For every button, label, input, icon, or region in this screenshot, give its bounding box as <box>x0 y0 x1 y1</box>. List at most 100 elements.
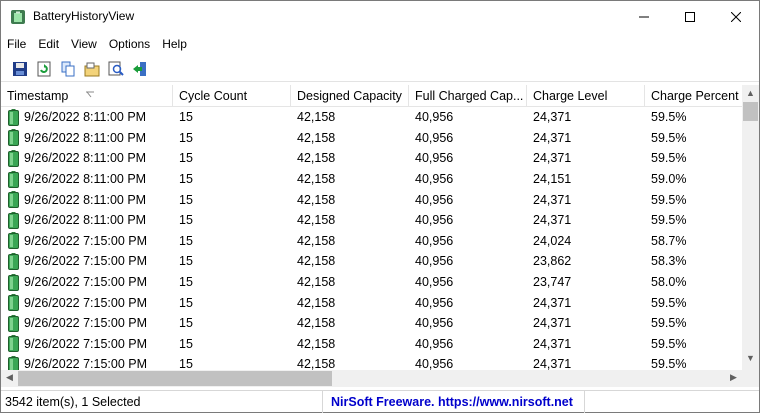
app-window: BatteryHistoryView File Edit View Option… <box>0 0 760 413</box>
title-bar[interactable]: BatteryHistoryView <box>1 1 759 33</box>
full-charged-capacity-cell: 40,956 <box>415 151 454 166</box>
column-charge-percent[interactable]: Charge Percent <box>645 85 742 107</box>
horizontal-scrollbar[interactable]: ◀ ▶ <box>1 370 742 387</box>
column-charge-level[interactable]: Charge Level <box>527 85 645 107</box>
full-charged-capacity-cell: 40,956 <box>415 192 454 207</box>
close-button[interactable] <box>713 1 759 33</box>
table-row[interactable]: 9/26/2022 8:11:00 PM 15 42,158 40,956 24,371… <box>1 107 742 128</box>
charge-level-cell: 24,371 <box>533 130 572 145</box>
menu-edit[interactable]: Edit <box>32 34 65 54</box>
table-row[interactable]: 9/26/2022 8:11:00 PM 15 42,158 40,956 24,151… <box>1 169 742 190</box>
full-charged-capacity-cell: 40,956 <box>415 316 454 331</box>
timestamp-text: 9/26/2022 8:11:00 PM <box>24 130 147 145</box>
charge-percent-cell: 58.3% <box>651 254 687 269</box>
cycle-count-cell: 15 <box>179 151 193 166</box>
menu-file[interactable]: File <box>1 34 32 54</box>
find-icon[interactable] <box>105 58 127 80</box>
cycle-count-cell: 15 <box>179 130 193 145</box>
nirsoft-link[interactable]: NirSoft Freeware. https://www.nirsoft.ne… <box>323 390 585 413</box>
battery-icon <box>8 211 19 229</box>
vertical-scrollbar[interactable]: ▲ ▼ <box>742 85 759 370</box>
timestamp-cell: 9/26/2022 7:15:00 PM <box>1 294 173 312</box>
cycle-count-cell: 15 <box>179 254 193 269</box>
scroll-right-icon[interactable]: ▶ <box>725 372 742 383</box>
scroll-left-icon[interactable]: ◀ <box>1 372 18 383</box>
charge-percent-cell: 59.5% <box>651 316 687 331</box>
save-icon[interactable] <box>9 58 31 80</box>
table-row[interactable]: 9/26/2022 7:15:00 PM 15 42,158 40,956 24,371… <box>1 292 742 313</box>
timestamp-text: 9/26/2022 8:11:00 PM <box>24 151 147 166</box>
charge-level-cell: 24,151 <box>533 172 572 187</box>
charge-level-cell: 24,371 <box>533 213 572 228</box>
timestamp-text: 9/26/2022 8:11:00 PM <box>24 172 147 187</box>
table-row[interactable]: 9/26/2022 8:11:00 PM 15 42,158 40,956 24,371… <box>1 148 742 169</box>
table-row[interactable]: 9/26/2022 7:15:00 PM 15 42,158 40,956 24,024… <box>1 231 742 252</box>
table-row[interactable]: 9/26/2022 7:15:00 PM 15 42,158 40,956 24,371… <box>1 334 742 355</box>
cycle-count-cell: 15 <box>179 213 193 228</box>
scroll-up-icon[interactable]: ▲ <box>742 88 759 98</box>
full-charged-capacity-cell: 40,956 <box>415 233 454 248</box>
battery-icon <box>8 335 19 353</box>
horizontal-scroll-thumb[interactable] <box>18 371 332 386</box>
table-row[interactable]: 9/26/2022 7:15:00 PM 15 42,158 40,956 23,862… <box>1 251 742 272</box>
battery-icon <box>8 191 19 209</box>
maximize-button[interactable] <box>667 1 713 33</box>
charge-level-cell: 24,371 <box>533 357 572 370</box>
battery-icon <box>8 294 19 312</box>
table-row[interactable]: 9/26/2022 7:15:00 PM 15 42,158 40,956 24,371… <box>1 354 742 370</box>
timestamp-cell: 9/26/2022 8:11:00 PM <box>1 149 173 167</box>
timestamp-cell: 9/26/2022 7:15:00 PM <box>1 335 173 353</box>
scroll-down-icon[interactable]: ▼ <box>742 353 759 363</box>
timestamp-text: 9/26/2022 7:15:00 PM <box>24 357 148 370</box>
charge-percent-cell: 58.7% <box>651 233 687 248</box>
battery-icon <box>8 170 19 188</box>
full-charged-capacity-cell: 40,956 <box>415 275 454 290</box>
minimize-button[interactable] <box>621 1 667 33</box>
properties-icon[interactable] <box>81 58 103 80</box>
menu-help[interactable]: Help <box>156 34 193 54</box>
battery-icon <box>8 252 19 270</box>
timestamp-text: 9/26/2022 7:15:00 PM <box>24 336 148 351</box>
column-cycle-count[interactable]: Cycle Count <box>173 85 291 107</box>
designed-capacity-cell: 42,158 <box>297 233 336 248</box>
status-item-count: 3542 item(s), 1 Selected <box>1 390 323 413</box>
battery-icon <box>8 355 19 370</box>
window-title: BatteryHistoryView <box>33 9 135 23</box>
charge-percent-cell: 59.5% <box>651 336 687 351</box>
cycle-count-cell: 15 <box>179 275 193 290</box>
charge-percent-cell: 59.0% <box>651 172 687 187</box>
sort-indicator-icon <box>85 85 95 107</box>
battery-history-list[interactable]: Timestamp Cycle Count Designed Capacity … <box>1 85 742 370</box>
cycle-count-cell: 15 <box>179 336 193 351</box>
refresh-icon[interactable] <box>33 58 55 80</box>
table-row[interactable]: 9/26/2022 8:11:00 PM 15 42,158 40,956 24,371… <box>1 128 742 149</box>
column-full-charged-capacity[interactable]: Full Charged Cap... <box>409 85 527 107</box>
menu-bar: File Edit View Options Help <box>1 34 759 54</box>
column-label: Timestamp <box>7 89 69 103</box>
timestamp-text: 9/26/2022 8:11:00 PM <box>24 213 147 228</box>
table-row[interactable]: 9/26/2022 8:11:00 PM 15 42,158 40,956 24,371… <box>1 189 742 210</box>
designed-capacity-cell: 42,158 <box>297 336 336 351</box>
timestamp-text: 9/26/2022 8:11:00 PM <box>24 192 147 207</box>
column-timestamp[interactable]: Timestamp <box>1 85 173 107</box>
table-row[interactable]: 9/26/2022 7:15:00 PM 15 42,158 40,956 24,371… <box>1 313 742 334</box>
timestamp-text: 9/26/2022 7:15:00 PM <box>24 275 148 290</box>
timestamp-text: 9/26/2022 8:11:00 PM <box>24 110 147 125</box>
full-charged-capacity-cell: 40,956 <box>415 130 454 145</box>
designed-capacity-cell: 42,158 <box>297 172 336 187</box>
vertical-scroll-thumb[interactable] <box>743 102 758 121</box>
menu-options[interactable]: Options <box>103 34 156 54</box>
charge-percent-cell: 59.5% <box>651 213 687 228</box>
full-charged-capacity-cell: 40,956 <box>415 295 454 310</box>
copy-icon[interactable] <box>57 58 79 80</box>
designed-capacity-cell: 42,158 <box>297 213 336 228</box>
full-charged-capacity-cell: 40,956 <box>415 172 454 187</box>
column-designed-capacity[interactable]: Designed Capacity <box>291 85 409 107</box>
table-row[interactable]: 9/26/2022 8:11:00 PM 15 42,158 40,956 24,371… <box>1 210 742 231</box>
menu-view[interactable]: View <box>65 34 103 54</box>
exit-icon[interactable] <box>129 58 151 80</box>
cycle-count-cell: 15 <box>179 172 193 187</box>
scroll-corner <box>742 370 759 387</box>
table-row[interactable]: 9/26/2022 7:15:00 PM 15 42,158 40,956 23,747… <box>1 272 742 293</box>
full-charged-capacity-cell: 40,956 <box>415 254 454 269</box>
